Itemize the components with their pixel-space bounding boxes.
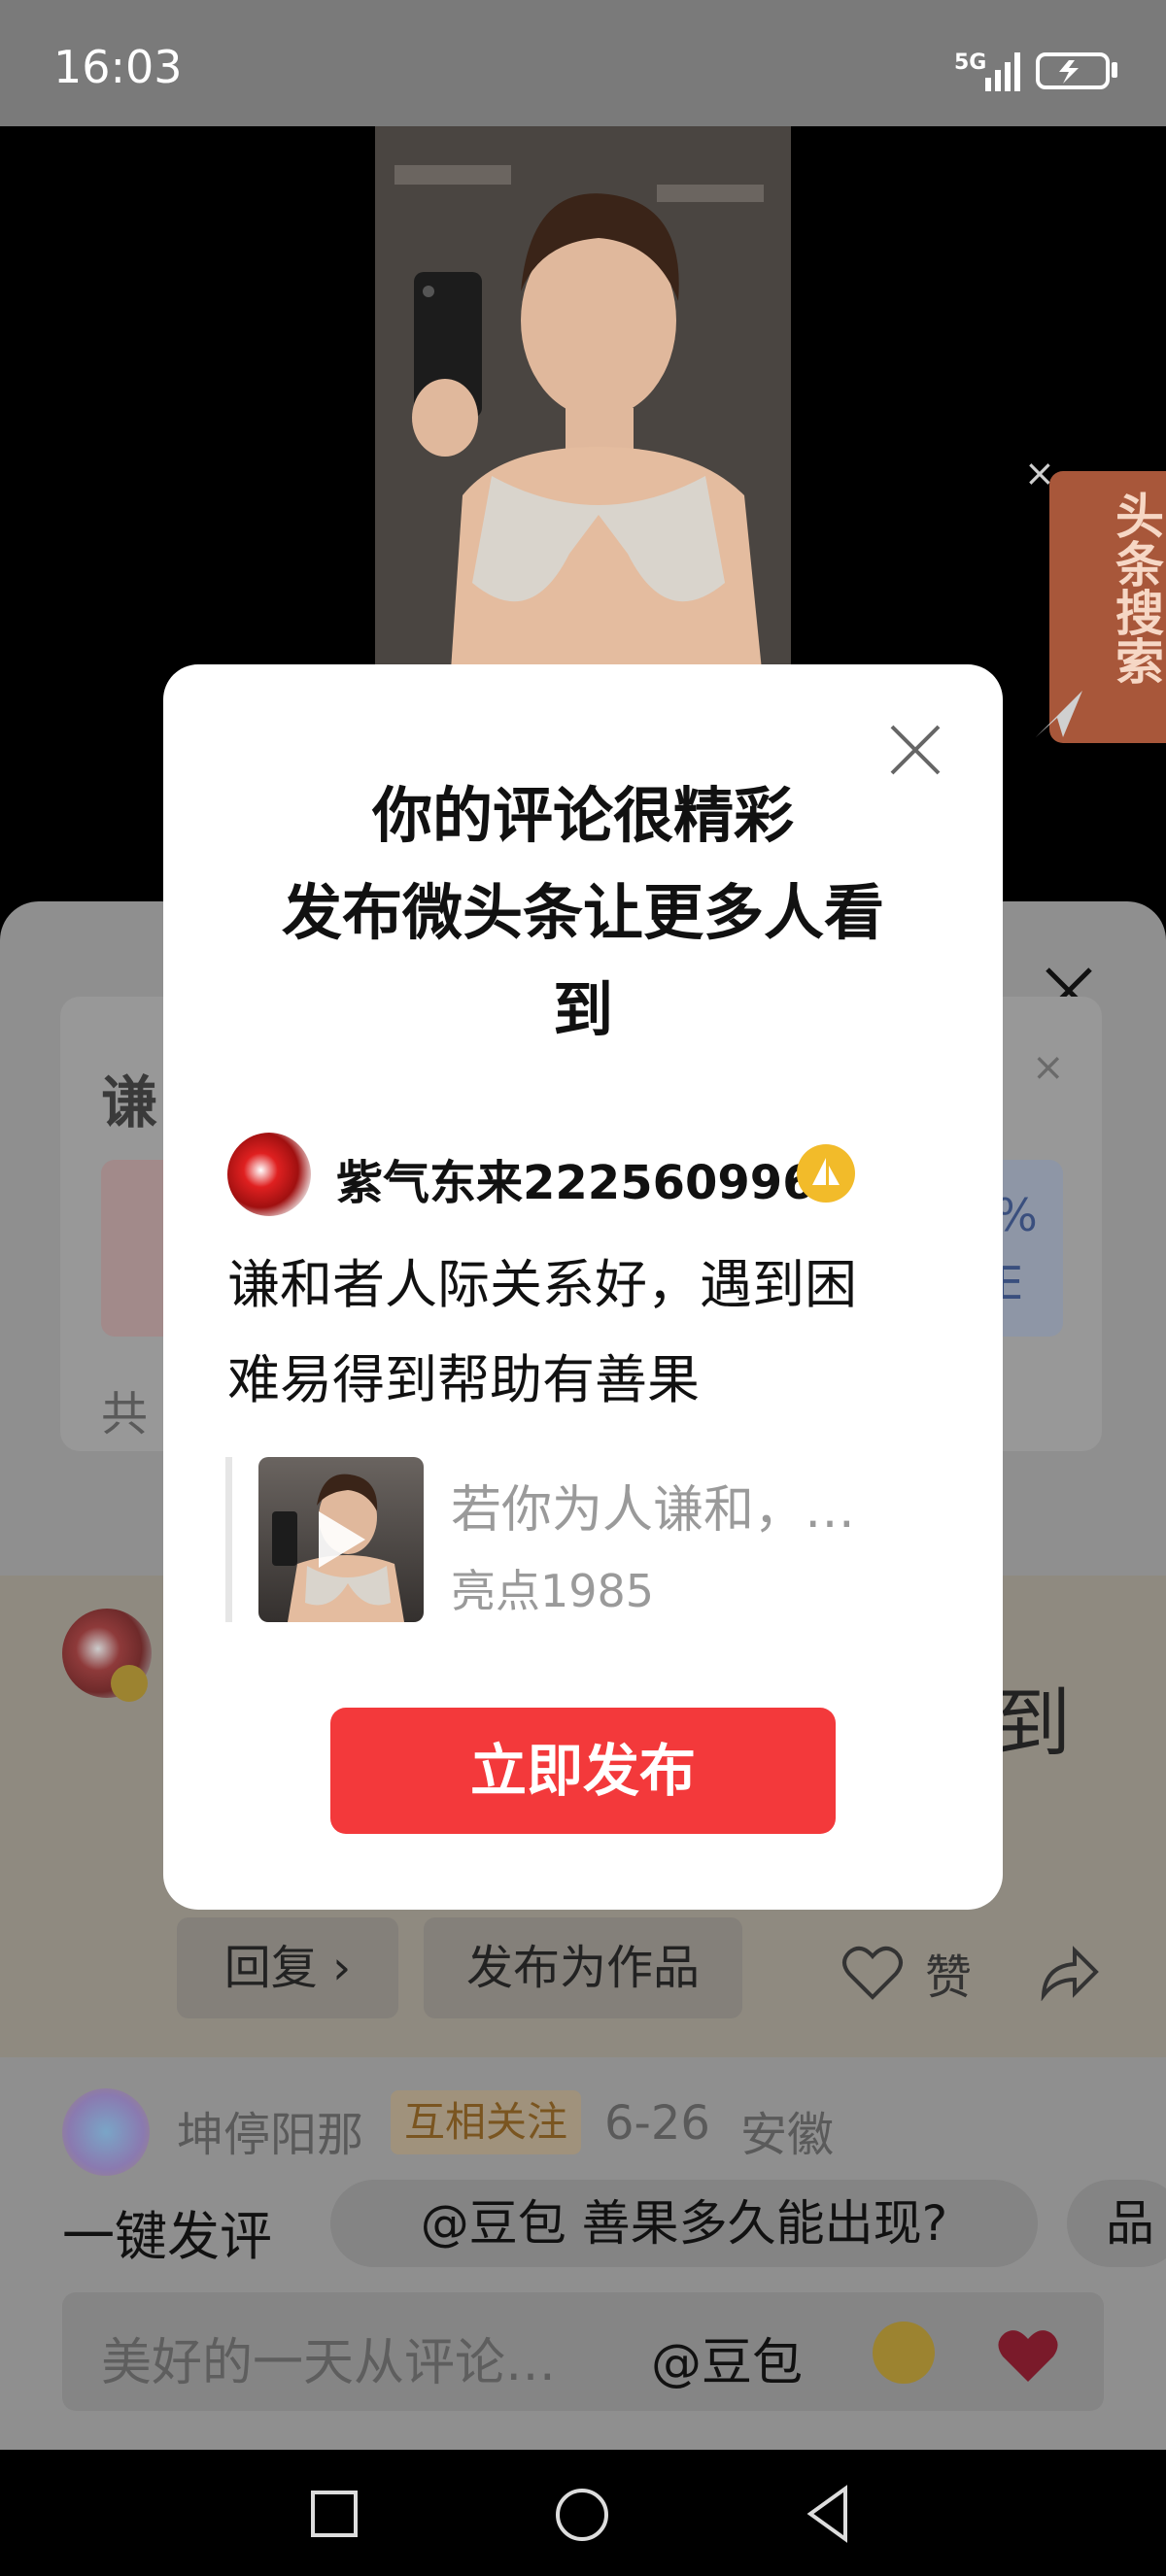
battery-icon bbox=[1036, 52, 1110, 89]
quoted-video-thumbnail bbox=[258, 1457, 424, 1622]
verified-badge-icon bbox=[797, 1144, 855, 1203]
mention-button[interactable]: @豆包 bbox=[651, 2322, 803, 2394]
modal-title-line: 发布微头条让更多人看 bbox=[281, 877, 884, 948]
side-search-tab[interactable]: 头条搜索 bbox=[1036, 471, 1166, 743]
quoted-title: 若你为人谦和，… bbox=[451, 1481, 856, 1540]
close-icon[interactable]: × bbox=[1032, 1045, 1065, 1090]
publish-as-work-button[interactable]: 发布为作品 bbox=[424, 1917, 742, 2018]
share-icon[interactable] bbox=[1038, 1943, 1100, 2001]
next-comment-user[interactable]: 坤停阳那 bbox=[177, 2096, 363, 2164]
publish-now-button[interactable]: 立即发布 bbox=[330, 1708, 836, 1834]
modal-title-line: 你的评论很精彩 bbox=[371, 780, 794, 851]
navigation-bar bbox=[0, 2450, 1166, 2576]
quoted-author: 亮点1985 bbox=[451, 1565, 655, 1617]
quick-comment-label: 一键发评 bbox=[62, 2206, 272, 2267]
quick-chip[interactable]: 品 bbox=[1067, 2180, 1166, 2267]
side-search-text: 头条搜索 bbox=[1108, 491, 1164, 685]
home-icon[interactable] bbox=[554, 2487, 610, 2543]
modal-title-line: 到 bbox=[552, 974, 613, 1045]
next-comment-date: 6-26 bbox=[604, 2096, 710, 2151]
status-bar: 16:03 5G bbox=[0, 0, 1166, 126]
heart-emoji-icon[interactable] bbox=[995, 2325, 1061, 2384]
info-card-title: 谦 bbox=[101, 1069, 158, 1135]
signal-icon bbox=[985, 52, 1020, 91]
paper-plane-icon bbox=[1036, 691, 1082, 737]
recent-apps-icon[interactable] bbox=[309, 2489, 360, 2539]
verified-badge-icon bbox=[111, 1665, 148, 1702]
avatar[interactable] bbox=[62, 2088, 150, 2176]
side-search-label: 头条搜索 bbox=[1049, 491, 1166, 685]
like-label[interactable]: 赞 bbox=[925, 1939, 972, 2007]
comment-input-placeholder: 美好的一天从评论… bbox=[101, 2334, 557, 2392]
laugh-emoji-icon[interactable] bbox=[873, 2322, 935, 2384]
network-type: 5G bbox=[954, 51, 987, 75]
relation-badge: 互相关注 bbox=[391, 2090, 582, 2154]
comment-text: 谦和者人际关系好，遇到困 难易得到帮助有善果 bbox=[227, 1237, 927, 1428]
heart-icon[interactable] bbox=[841, 1945, 904, 2001]
comment-text-tail: 到 bbox=[995, 1680, 1072, 1768]
publish-modal: 你的评论很精彩 发布微头条让更多人看 到 紫气东来222560996 谦和者人际… bbox=[163, 664, 1003, 1910]
quick-chip[interactable]: @豆包 善果多久能出现? bbox=[330, 2180, 1038, 2267]
comment-line: 谦和者人际关系好，遇到困 bbox=[227, 1254, 857, 1315]
modal-title: 你的评论很精彩 发布微头条让更多人看 到 bbox=[222, 767, 944, 1059]
battery-tip bbox=[1112, 62, 1117, 78]
info-card-footer: 共 bbox=[101, 1387, 149, 1441]
back-icon[interactable] bbox=[803, 2485, 853, 2543]
quote-divider bbox=[225, 1457, 232, 1622]
username: 紫气东来222560996 bbox=[336, 1156, 815, 1210]
status-time: 16:03 bbox=[53, 41, 183, 93]
comment-input[interactable]: 美好的一天从评论… @豆包 bbox=[62, 2292, 1104, 2411]
comment-line: 难易得到帮助有善果 bbox=[227, 1349, 700, 1410]
reply-button[interactable]: 回复 › bbox=[177, 1917, 398, 2018]
avatar bbox=[227, 1133, 311, 1216]
next-comment-location: 安徽 bbox=[740, 2108, 835, 2162]
